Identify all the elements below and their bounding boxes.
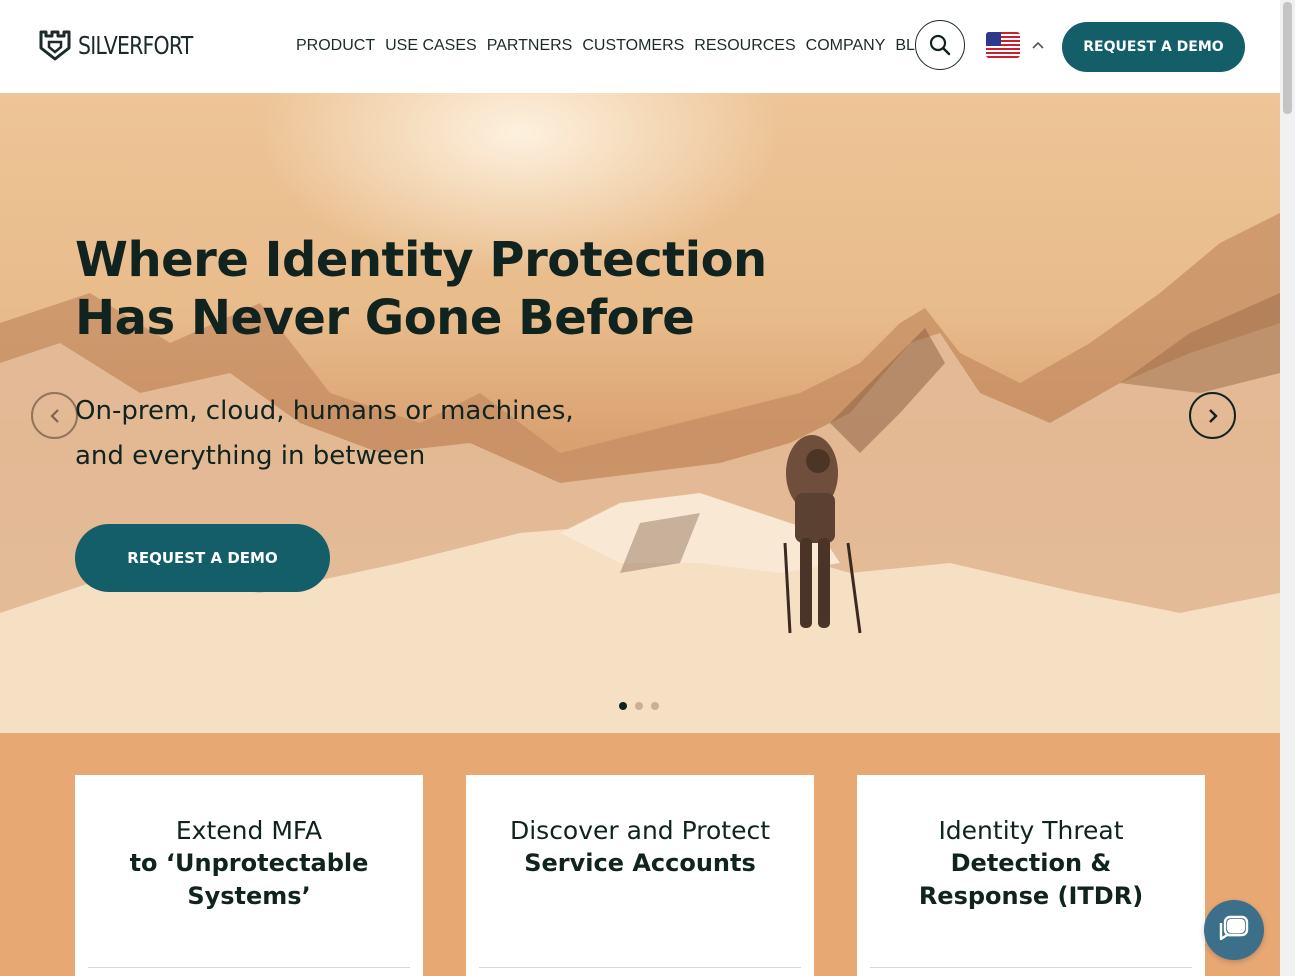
nav-item-partners[interactable]: PARTNERS [487,37,573,55]
nav-item-company[interactable]: COMPANY [806,37,886,55]
carousel-dots [619,702,659,710]
hero-headline: Where Identity Protection Has Never Gone… [75,231,767,347]
feature-card-itdr[interactable]: Identity Threat Detection & Response (IT… [857,775,1205,976]
feature-card-title: Discover and Protect [509,816,771,845]
chat-widget-button[interactable] [1204,900,1264,960]
chevron-left-icon [49,408,59,423]
main-nav: PRODUCT USE CASES PARTNERS CUSTOMERS RES… [296,37,940,55]
feature-card-mfa[interactable]: Extend MFA to ‘Unprotectable Systems’ [75,775,423,976]
feature-card-subtitle: to ‘Unprotectable Systems’ [129,849,369,910]
hero-request-demo-button[interactable]: REQUEST A DEMO [75,524,330,592]
carousel-dot-1[interactable] [619,702,627,710]
card-divider [88,967,410,968]
us-flag-icon[interactable] [986,32,1020,58]
page-scrollbar[interactable] [1280,0,1295,976]
chevron-right-icon [1208,408,1218,423]
nav-item-product[interactable]: PRODUCT [296,37,375,55]
chevron-up-icon[interactable] [1030,38,1046,52]
search-icon [929,34,951,56]
search-button[interactable] [915,20,965,70]
chat-icon [1219,915,1249,941]
feature-card-subtitle: Service Accounts [524,849,756,877]
card-divider [870,967,1192,968]
carousel-prev-button[interactable] [31,392,78,439]
nav-item-resources[interactable]: RESOURCES [694,37,795,55]
nav-item-customers[interactable]: CUSTOMERS [582,37,684,55]
hero-sub-line1: On-prem, cloud, humans or machines, [75,396,574,426]
feature-card-service-accounts[interactable]: Discover and Protect Service Accounts [466,775,814,976]
carousel-next-button[interactable] [1189,392,1236,439]
brand-logo[interactable]: SILVERFORT [38,28,218,62]
feature-card-title: Identity Threat [938,816,1124,845]
hero-headline-line2: Has Never Gone Before [75,290,695,346]
scrollbar-thumb[interactable] [1283,2,1292,114]
nav-item-use-cases[interactable]: USE CASES [385,37,477,55]
request-demo-button[interactable]: REQUEST A DEMO [1062,22,1245,72]
hero-subheadline: On-prem, cloud, humans or machines, and … [75,389,574,479]
brand-name: SILVERFORT [78,30,193,60]
carousel-dot-2[interactable] [635,702,643,710]
card-divider [479,967,801,968]
feature-card-subtitle: Detection & Response (ITDR) [918,849,1144,910]
hero-carousel: Where Identity Protection Has Never Gone… [0,93,1280,733]
shield-icon [39,30,71,61]
hero-sub-line2: and everything in between [75,441,426,471]
site-header: SILVERFORT PRODUCT USE CASES PARTNERS CU… [0,0,1280,93]
carousel-dot-3[interactable] [651,702,659,710]
hero-headline-line1: Where Identity Protection [75,232,767,288]
feature-card-title: Extend MFA [175,816,323,845]
